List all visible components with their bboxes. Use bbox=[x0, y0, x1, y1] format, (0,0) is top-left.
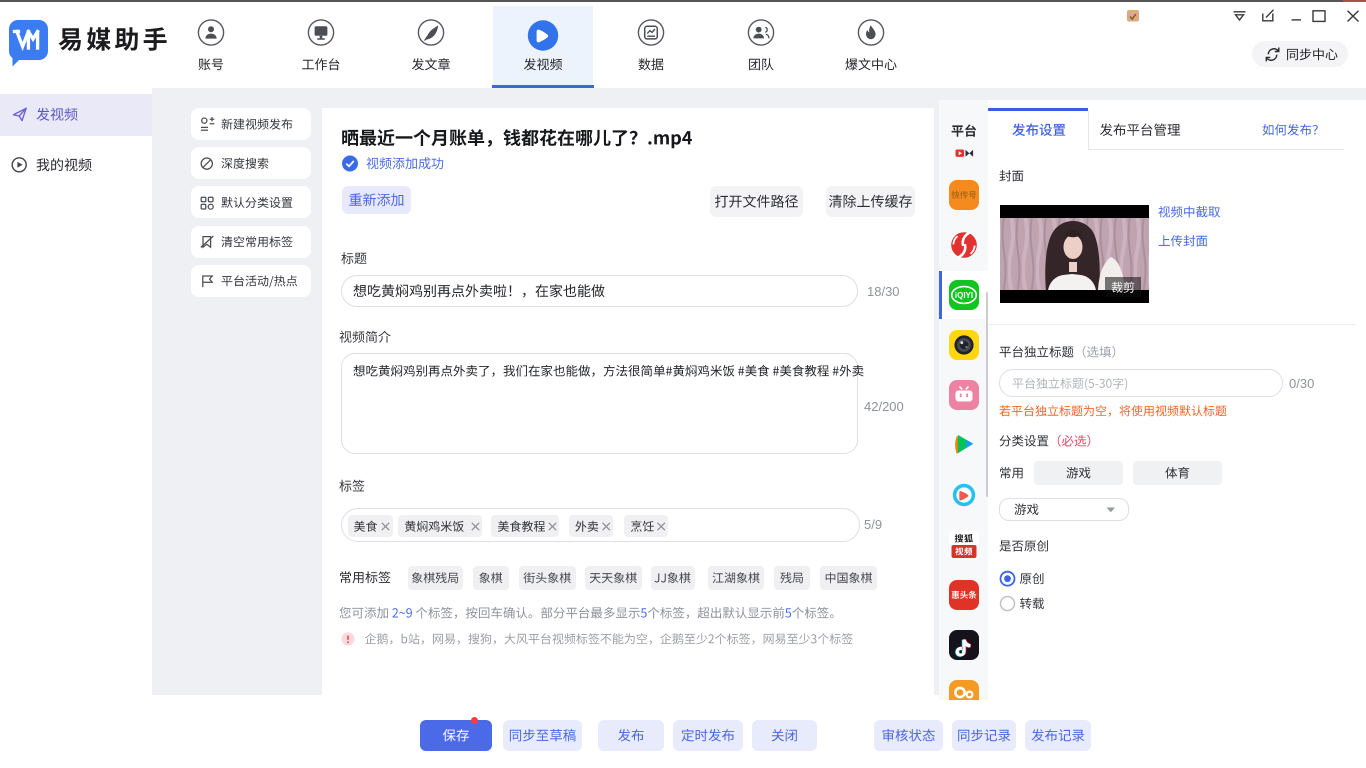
svg-text:iQIYI: iQIYI bbox=[955, 291, 973, 300]
